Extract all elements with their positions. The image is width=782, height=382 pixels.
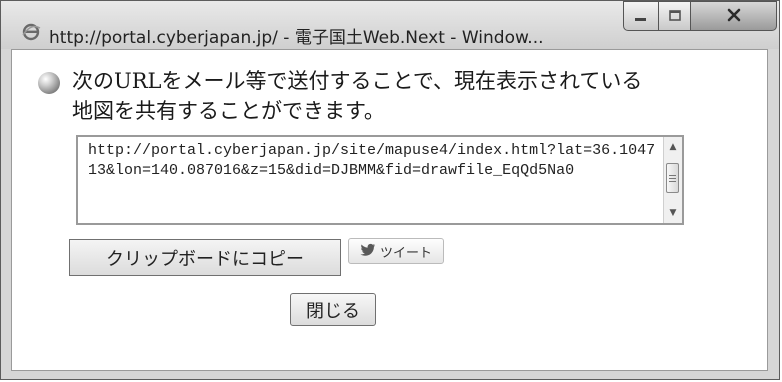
scroll-up-arrow-icon[interactable]: ▲: [664, 139, 682, 155]
popup-window: http://portal.cyberjapan.jp/ - 電子国土Web.N…: [0, 0, 780, 380]
ie-icon: [21, 22, 41, 42]
share-url-textarea[interactable]: http://portal.cyberjapan.jp/site/mapuse4…: [76, 135, 684, 225]
copy-to-clipboard-button[interactable]: クリップボードにコピー: [69, 239, 341, 276]
maximize-icon: [668, 7, 682, 26]
twitter-bird-icon: [360, 243, 376, 260]
window-title: http://portal.cyberjapan.jp/ - 電子国土Web.N…: [49, 28, 544, 48]
maximize-button[interactable]: [659, 1, 691, 31]
close-icon: [726, 7, 742, 26]
tweet-button[interactable]: ツイート: [348, 238, 444, 264]
share-url-text[interactable]: http://portal.cyberjapan.jp/site/mapuse4…: [88, 141, 656, 181]
dialog-content: 次のURLをメール等で送付することで、現在表示されている 地図を共有することがで…: [11, 49, 768, 371]
tweet-button-label: ツイート: [379, 245, 432, 261]
copy-button-label: クリップボードにコピー: [106, 248, 304, 270]
scroll-thumb[interactable]: [666, 163, 679, 193]
close-window-button[interactable]: [691, 1, 777, 31]
bullet-icon: [38, 72, 60, 94]
caption-buttons: [623, 1, 777, 32]
share-message-line1: 次のURLをメール等で送付することで、現在表示されている: [72, 69, 643, 93]
title-bar[interactable]: http://portal.cyberjapan.jp/ - 電子国土Web.N…: [1, 1, 779, 49]
share-message-line2: 地図を共有することができます。: [72, 99, 385, 123]
vertical-scrollbar[interactable]: ▲ ▼: [663, 137, 682, 223]
share-message: 次のURLをメール等で送付することで、現在表示されている 地図を共有することがで…: [72, 66, 712, 126]
scroll-down-arrow-icon[interactable]: ▼: [664, 205, 682, 221]
close-dialog-button[interactable]: 閉じる: [290, 293, 376, 326]
minimize-icon: [634, 7, 648, 26]
close-button-label: 閉じる: [306, 300, 360, 322]
minimize-button[interactable]: [623, 1, 659, 31]
